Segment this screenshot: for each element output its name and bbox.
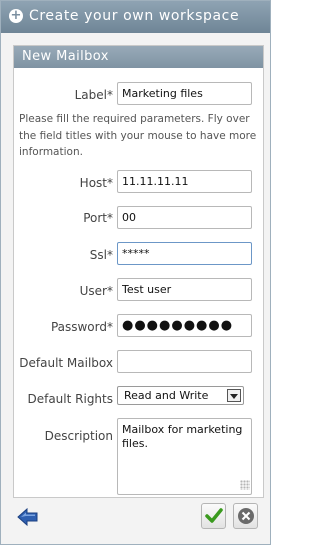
new-mailbox-panel: New Mailbox Label* Please fill the requi… bbox=[13, 45, 264, 498]
default-rights-select[interactable]: Read and Write bbox=[117, 386, 244, 405]
resize-grip-icon[interactable] bbox=[240, 480, 250, 490]
default-mailbox-input[interactable] bbox=[117, 350, 252, 373]
default-rights-value: Read and Write bbox=[124, 389, 209, 402]
back-arrow-icon bbox=[17, 507, 38, 527]
checkmark-icon bbox=[205, 508, 223, 523]
port-input[interactable] bbox=[117, 206, 252, 229]
ok-button[interactable] bbox=[201, 503, 226, 529]
host-field-label[interactable]: Host* bbox=[80, 176, 113, 190]
label-input[interactable] bbox=[117, 82, 252, 105]
default-rights-field-label[interactable]: Default Rights bbox=[27, 392, 113, 406]
title-bar: + Create your own workspace bbox=[1, 1, 270, 33]
plus-circle-icon: + bbox=[9, 8, 23, 23]
description-field-label[interactable]: Description bbox=[45, 429, 113, 443]
port-field-label[interactable]: Port* bbox=[83, 211, 113, 225]
close-icon bbox=[238, 508, 254, 524]
ssl-field-label[interactable]: Ssl* bbox=[90, 248, 113, 262]
chevron-down-icon[interactable] bbox=[227, 389, 241, 402]
label-field-label[interactable]: Label* bbox=[75, 88, 113, 102]
workspace-dialog: + Create your own workspace New Mailbox … bbox=[0, 0, 271, 545]
panel-title: New Mailbox bbox=[14, 46, 263, 68]
back-button[interactable] bbox=[17, 507, 39, 527]
default-mailbox-field-label[interactable]: Default Mailbox bbox=[19, 356, 113, 370]
password-field-label[interactable]: Password* bbox=[51, 320, 113, 334]
help-text: Please fill the required parameters. Fly… bbox=[19, 113, 257, 158]
dialog-title: Create your own workspace bbox=[29, 8, 240, 24]
user-input[interactable] bbox=[117, 278, 252, 301]
user-field-label[interactable]: User* bbox=[80, 284, 113, 298]
cancel-button[interactable] bbox=[233, 503, 258, 529]
host-input[interactable] bbox=[117, 170, 252, 193]
ssl-input[interactable] bbox=[117, 242, 252, 265]
password-input[interactable] bbox=[117, 314, 252, 337]
description-textarea[interactable]: Mailbox for marketing files. bbox=[117, 418, 252, 495]
